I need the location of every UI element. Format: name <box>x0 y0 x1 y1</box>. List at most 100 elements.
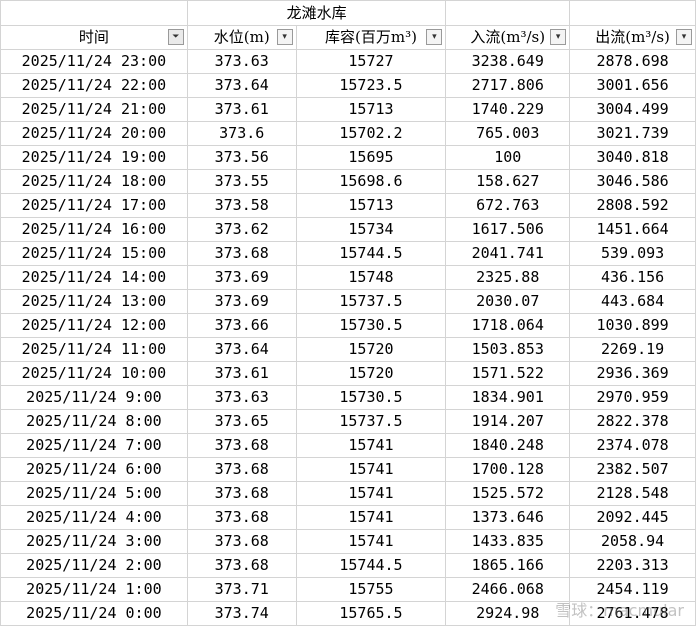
storage-cell[interactable]: 15727 <box>295 49 447 74</box>
outflow-cell[interactable]: 2092.445 <box>569 505 696 530</box>
storage-cell[interactable]: 15702.2 <box>295 121 447 146</box>
inflow-cell[interactable]: 100 <box>445 145 571 170</box>
column-header[interactable]: 水位(m) ▾ <box>186 25 297 50</box>
time-cell[interactable]: 2025/11/24 17:00 <box>0 193 188 218</box>
level-cell[interactable]: 373.66 <box>186 313 297 338</box>
time-cell[interactable]: 2025/11/24 11:00 <box>0 337 188 362</box>
column-header[interactable]: 库容(百万m³) ▾ <box>295 25 447 50</box>
outflow-cell[interactable]: 2374.078 <box>569 433 696 458</box>
storage-cell[interactable]: 15765.5 <box>295 601 447 626</box>
storage-cell[interactable]: 15695 <box>295 145 447 170</box>
time-cell[interactable]: 2025/11/24 8:00 <box>0 409 188 434</box>
filter-dropdown-icon[interactable]: ▾ <box>676 29 692 45</box>
empty-cell[interactable] <box>569 0 696 26</box>
column-header[interactable]: 入流(m³/s) ▾ <box>445 25 571 50</box>
storage-cell[interactable]: 15744.5 <box>295 553 447 578</box>
time-cell[interactable]: 2025/11/24 10:00 <box>0 361 188 386</box>
storage-cell[interactable]: 15730.5 <box>295 313 447 338</box>
inflow-cell[interactable]: 3238.649 <box>445 49 571 74</box>
inflow-cell[interactable]: 1571.522 <box>445 361 571 386</box>
inflow-cell[interactable]: 2325.88 <box>445 265 571 290</box>
time-cell[interactable]: 2025/11/24 12:00 <box>0 313 188 338</box>
level-cell[interactable]: 373.74 <box>186 601 297 626</box>
level-cell[interactable]: 373.64 <box>186 337 297 362</box>
inflow-cell[interactable]: 2466.068 <box>445 577 571 602</box>
empty-cell[interactable] <box>0 0 188 26</box>
outflow-cell[interactable]: 3001.656 <box>569 73 696 98</box>
empty-cell[interactable] <box>445 0 571 26</box>
time-cell[interactable]: 2025/11/24 22:00 <box>0 73 188 98</box>
level-cell[interactable]: 373.56 <box>186 145 297 170</box>
filter-dropdown-icon[interactable]: ▾ <box>550 29 567 45</box>
storage-cell[interactable]: 15720 <box>295 361 447 386</box>
storage-cell[interactable]: 15741 <box>295 529 447 554</box>
storage-cell[interactable]: 15744.5 <box>295 241 447 266</box>
inflow-cell[interactable]: 1740.229 <box>445 97 571 122</box>
outflow-cell[interactable]: 2203.313 <box>569 553 696 578</box>
column-header[interactable]: 出流(m³/s) ▾ <box>569 25 696 50</box>
time-cell[interactable]: 2025/11/24 6:00 <box>0 457 188 482</box>
outflow-cell[interactable]: 3021.739 <box>569 121 696 146</box>
column-header[interactable]: 时间 ⏷ <box>0 25 188 50</box>
outflow-cell[interactable]: 2808.592 <box>569 193 696 218</box>
storage-cell[interactable]: 15730.5 <box>295 385 447 410</box>
outflow-cell[interactable]: 1451.664 <box>569 217 696 242</box>
filter-dropdown-icon[interactable]: ▾ <box>426 29 443 45</box>
outflow-cell[interactable]: 2878.698 <box>569 49 696 74</box>
outflow-cell[interactable]: 539.093 <box>569 241 696 266</box>
inflow-cell[interactable]: 1373.646 <box>445 505 571 530</box>
storage-cell[interactable]: 15741 <box>295 481 447 506</box>
outflow-cell[interactable]: 2058.94 <box>569 529 696 554</box>
outflow-cell[interactable]: 2128.548 <box>569 481 696 506</box>
inflow-cell[interactable]: 2717.806 <box>445 73 571 98</box>
time-cell[interactable]: 2025/11/24 19:00 <box>0 145 188 170</box>
inflow-cell[interactable]: 1503.853 <box>445 337 571 362</box>
level-cell[interactable]: 373.65 <box>186 409 297 434</box>
level-cell[interactable]: 373.55 <box>186 169 297 194</box>
inflow-cell[interactable]: 765.003 <box>445 121 571 146</box>
time-cell[interactable]: 2025/11/24 9:00 <box>0 385 188 410</box>
level-cell[interactable]: 373.69 <box>186 289 297 314</box>
time-cell[interactable]: 2025/11/24 2:00 <box>0 553 188 578</box>
time-cell[interactable]: 2025/11/24 14:00 <box>0 265 188 290</box>
storage-cell[interactable]: 15713 <box>295 193 447 218</box>
level-cell[interactable]: 373.69 <box>186 265 297 290</box>
storage-cell[interactable]: 15748 <box>295 265 447 290</box>
inflow-cell[interactable]: 1718.064 <box>445 313 571 338</box>
inflow-cell[interactable]: 672.763 <box>445 193 571 218</box>
time-cell[interactable]: 2025/11/24 3:00 <box>0 529 188 554</box>
time-cell[interactable]: 2025/11/24 18:00 <box>0 169 188 194</box>
inflow-cell[interactable]: 1700.128 <box>445 457 571 482</box>
level-cell[interactable]: 373.63 <box>186 49 297 74</box>
outflow-cell[interactable]: 3004.499 <box>569 97 696 122</box>
level-cell[interactable]: 373.68 <box>186 505 297 530</box>
level-cell[interactable]: 373.6 <box>186 121 297 146</box>
time-cell[interactable]: 2025/11/24 0:00 <box>0 601 188 626</box>
outflow-cell[interactable]: 2822.378 <box>569 409 696 434</box>
level-cell[interactable]: 373.71 <box>186 577 297 602</box>
outflow-cell[interactable]: 2970.959 <box>569 385 696 410</box>
level-cell[interactable]: 373.68 <box>186 457 297 482</box>
inflow-cell[interactable]: 2030.07 <box>445 289 571 314</box>
inflow-cell[interactable]: 1617.506 <box>445 217 571 242</box>
outflow-cell[interactable]: 436.156 <box>569 265 696 290</box>
storage-cell[interactable]: 15713 <box>295 97 447 122</box>
sheet-title[interactable]: 龙滩水库 <box>186 0 447 26</box>
level-cell[interactable]: 373.68 <box>186 433 297 458</box>
inflow-cell[interactable]: 2924.98 <box>445 601 571 626</box>
storage-cell[interactable]: 15734 <box>295 217 447 242</box>
inflow-cell[interactable]: 1865.166 <box>445 553 571 578</box>
time-cell[interactable]: 2025/11/24 13:00 <box>0 289 188 314</box>
outflow-cell[interactable]: 2382.507 <box>569 457 696 482</box>
time-cell[interactable]: 2025/11/24 5:00 <box>0 481 188 506</box>
time-cell[interactable]: 2025/11/24 4:00 <box>0 505 188 530</box>
level-cell[interactable]: 373.61 <box>186 361 297 386</box>
inflow-cell[interactable]: 1525.572 <box>445 481 571 506</box>
time-cell[interactable]: 2025/11/24 7:00 <box>0 433 188 458</box>
storage-cell[interactable]: 15755 <box>295 577 447 602</box>
storage-cell[interactable]: 15720 <box>295 337 447 362</box>
time-cell[interactable]: 2025/11/24 20:00 <box>0 121 188 146</box>
inflow-cell[interactable]: 1834.901 <box>445 385 571 410</box>
level-cell[interactable]: 373.64 <box>186 73 297 98</box>
storage-cell[interactable]: 15741 <box>295 505 447 530</box>
